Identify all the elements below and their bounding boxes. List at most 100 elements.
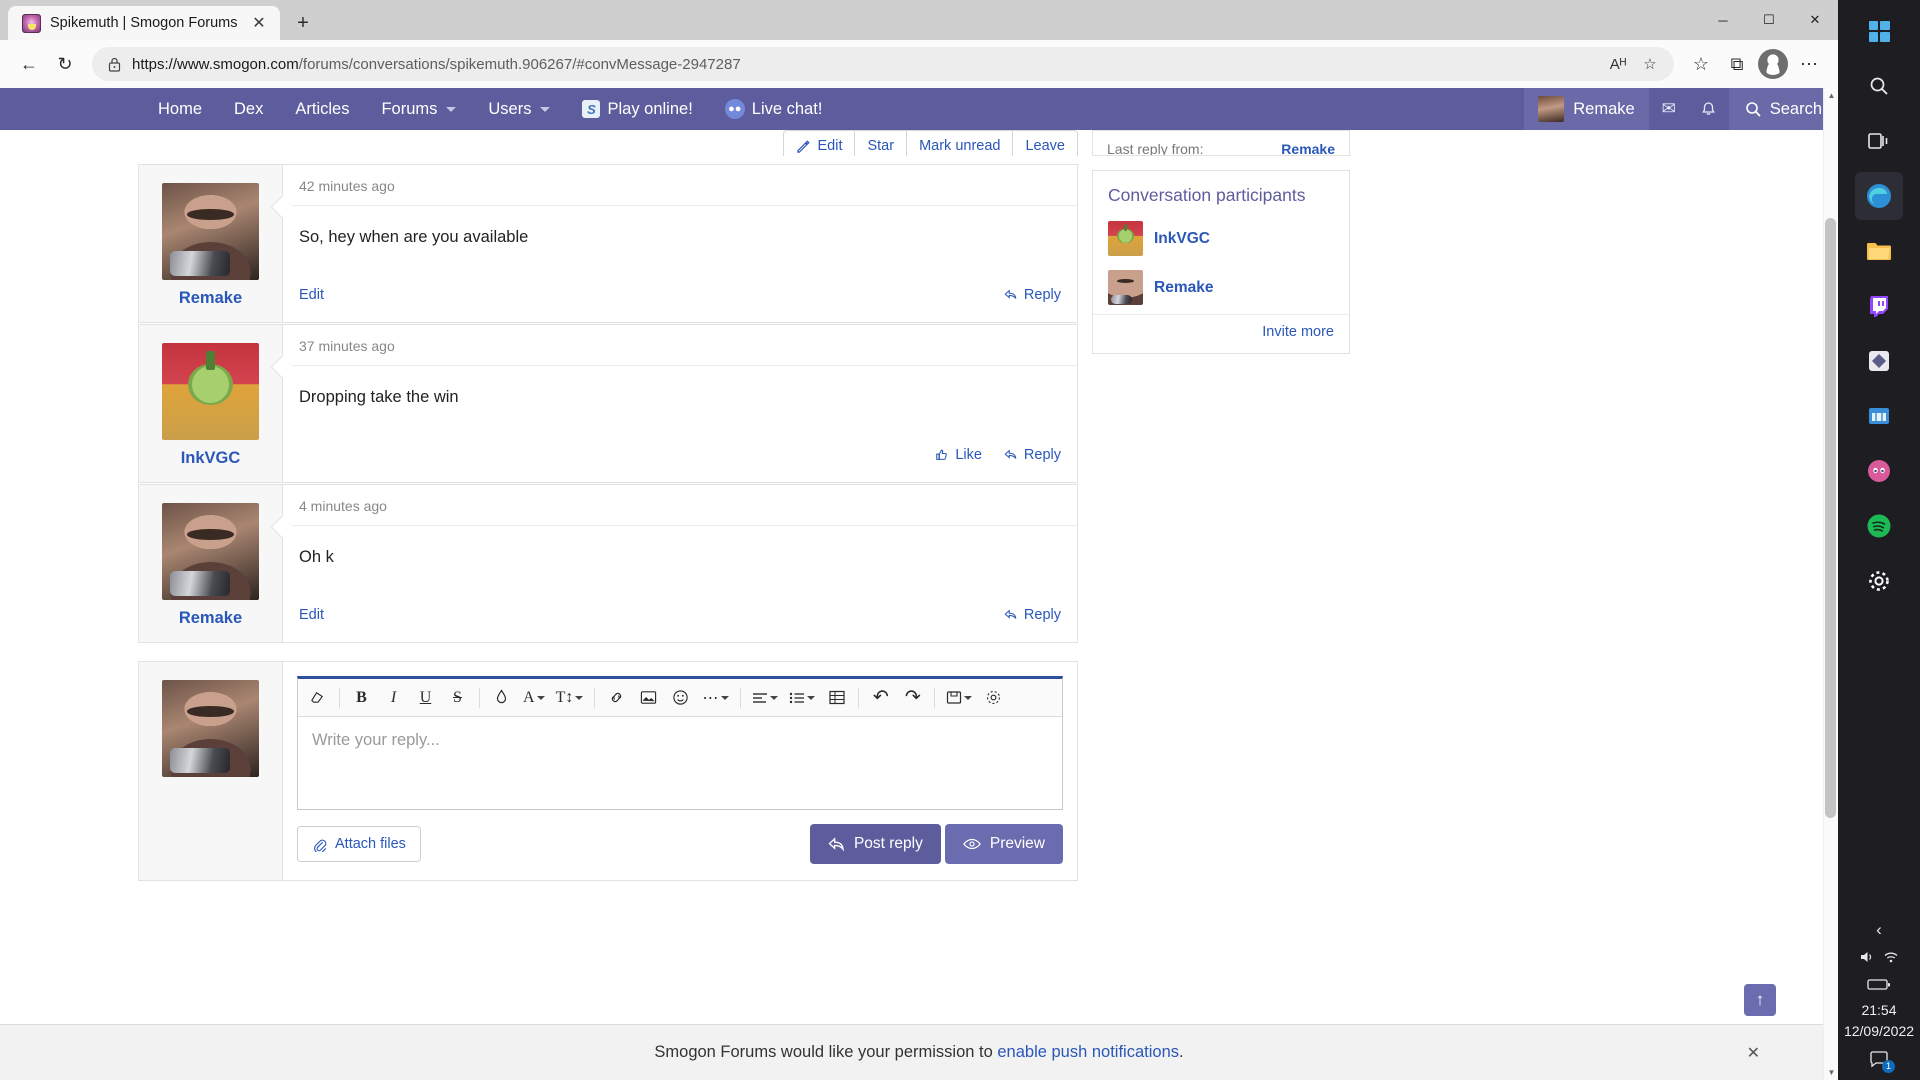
attach-files-button[interactable]: Attach files xyxy=(297,826,421,862)
search-button[interactable]: Search xyxy=(1728,88,1838,130)
account-menu-button[interactable]: Remake xyxy=(1524,88,1649,130)
message-author-name[interactable]: Remake xyxy=(139,609,282,628)
maximize-button[interactable]: ☐ xyxy=(1746,0,1792,40)
message-edit-link[interactable]: Edit xyxy=(299,607,324,623)
avatar[interactable] xyxy=(162,183,259,280)
page-scrollbar[interactable]: ▲ ▼ xyxy=(1823,88,1838,1080)
post-reply-button[interactable]: Post reply xyxy=(809,824,941,864)
nav-item-dex[interactable]: Dex xyxy=(218,88,279,130)
more-options-icon[interactable]: ⋯ xyxy=(697,683,734,713)
conversation-star-button[interactable]: Star xyxy=(854,130,907,156)
add-favorite-icon[interactable]: ☆ xyxy=(1636,50,1664,78)
nav-item-home[interactable]: Home xyxy=(142,88,218,130)
task-view-icon[interactable] xyxy=(1855,117,1903,165)
favorites-icon[interactable]: ☆ xyxy=(1684,47,1718,81)
close-banner-icon[interactable]: ✕ xyxy=(1747,1043,1760,1063)
emoji-icon[interactable] xyxy=(665,683,696,713)
insert-image-icon[interactable] xyxy=(633,683,664,713)
last-reply-user[interactable]: Remake xyxy=(1281,141,1335,155)
participant-name[interactable]: Remake xyxy=(1154,279,1213,297)
spotify-icon[interactable] xyxy=(1855,502,1903,550)
message-timestamp[interactable]: 4 minutes ago xyxy=(283,485,1077,526)
message-reply-link[interactable]: Reply xyxy=(1004,447,1061,463)
message-timestamp[interactable]: 42 minutes ago xyxy=(283,165,1077,206)
message-reply-link[interactable]: Reply xyxy=(1004,607,1061,623)
taskbar-clock[interactable]: 21:54 12/09/2022 xyxy=(1844,1000,1914,1041)
close-tab-icon[interactable]: ✕ xyxy=(248,12,270,34)
omnibox[interactable]: https://www.smogon.com/forums/conversati… xyxy=(92,47,1674,81)
notification-center-icon[interactable]: 1 xyxy=(1864,1046,1895,1073)
nav-item-play-online[interactable]: S Play online! xyxy=(566,88,708,130)
text-align-icon[interactable] xyxy=(747,683,783,713)
list-icon[interactable] xyxy=(784,683,820,713)
microsoft-store-icon[interactable] xyxy=(1855,392,1903,440)
scroll-down-arrow[interactable]: ▼ xyxy=(1824,1065,1839,1080)
invite-more-link[interactable]: Invite more xyxy=(1262,324,1334,340)
conversation-mark-unread-button[interactable]: Mark unread xyxy=(906,130,1013,156)
undo-icon[interactable]: ↶ xyxy=(865,683,896,713)
draft-icon[interactable] xyxy=(941,683,977,713)
search-icon[interactable] xyxy=(1855,62,1903,110)
edge-icon[interactable] xyxy=(1855,172,1903,220)
insert-link-icon[interactable] xyxy=(601,683,632,713)
reply-input[interactable]: Write your reply... xyxy=(298,717,1062,809)
conversation-edit-button[interactable]: Edit xyxy=(783,130,855,156)
app-icon[interactable] xyxy=(1855,337,1903,385)
alerts-bell-icon[interactable] xyxy=(1689,88,1729,130)
scroll-up-arrow[interactable]: ▲ xyxy=(1824,88,1839,103)
avatar[interactable] xyxy=(162,503,259,600)
nav-item-users[interactable]: Users xyxy=(472,88,566,130)
read-aloud-icon[interactable]: Aᴴ xyxy=(1604,50,1632,78)
redo-icon[interactable]: ↷ xyxy=(897,683,928,713)
font-family-icon[interactable]: A xyxy=(518,683,550,713)
inbox-icon[interactable]: ✉ xyxy=(1649,88,1689,130)
settings-and-more-icon[interactable]: ⋯ xyxy=(1792,47,1826,81)
close-window-button[interactable]: ✕ xyxy=(1792,0,1838,40)
wifi-icon[interactable] xyxy=(1882,946,1900,968)
font-size-icon[interactable]: T↕ xyxy=(551,683,589,713)
participant-row[interactable]: Remake xyxy=(1093,265,1349,314)
conversation-leave-button[interactable]: Leave xyxy=(1012,130,1078,156)
bold-icon[interactable]: B xyxy=(346,683,377,713)
nav-item-articles[interactable]: Articles xyxy=(279,88,365,130)
strikethrough-icon[interactable]: S xyxy=(442,683,473,713)
participant-name[interactable]: InkVGC xyxy=(1154,230,1210,248)
volume-icon[interactable] xyxy=(1858,946,1876,968)
editor-settings-icon[interactable] xyxy=(978,683,1009,713)
preview-button[interactable]: Preview xyxy=(944,824,1063,864)
discord-icon[interactable] xyxy=(1855,447,1903,495)
show-hidden-icons-chevron-icon[interactable]: ‹ xyxy=(1864,919,1894,941)
underline-icon[interactable]: U xyxy=(410,683,441,713)
enable-push-link[interactable]: enable push notifications xyxy=(997,1043,1179,1061)
file-explorer-icon[interactable] xyxy=(1855,227,1903,275)
collections-icon[interactable]: ⧉ xyxy=(1720,47,1754,81)
message-edit-link[interactable]: Edit xyxy=(299,287,324,303)
nav-item-forums[interactable]: Forums xyxy=(365,88,472,130)
message-like-link[interactable]: Like xyxy=(935,447,982,463)
browser-tab[interactable]: Spikemuth | Smogon Forums ✕ xyxy=(8,6,280,40)
settings-icon[interactable] xyxy=(1855,557,1903,605)
minimize-button[interactable]: ─ xyxy=(1700,0,1746,40)
twitch-icon[interactable] xyxy=(1855,282,1903,330)
avatar[interactable] xyxy=(162,343,259,440)
battery-icon[interactable] xyxy=(1864,973,1894,995)
remove-formatting-icon[interactable] xyxy=(302,683,333,713)
insert-table-icon[interactable] xyxy=(821,683,852,713)
message-timestamp[interactable]: 37 minutes ago xyxy=(283,325,1077,366)
new-tab-button[interactable]: + xyxy=(286,8,320,38)
start-icon[interactable] xyxy=(1855,7,1903,55)
message-reply-link[interactable]: Reply xyxy=(1004,287,1061,303)
toolbar-separator xyxy=(740,687,742,708)
message-author-name[interactable]: InkVGC xyxy=(139,449,282,468)
reload-button[interactable]: ↻ xyxy=(48,47,82,81)
profile-avatar[interactable] xyxy=(1756,47,1790,81)
nav-item-live-chat[interactable]: ●● Live chat! xyxy=(709,88,839,130)
italic-icon[interactable]: I xyxy=(378,683,409,713)
participant-row[interactable]: InkVGC xyxy=(1093,216,1349,265)
message-author-name[interactable]: Remake xyxy=(139,289,282,308)
back-button[interactable]: ← xyxy=(12,47,46,81)
text-color-icon[interactable] xyxy=(486,683,517,713)
scrollbar-thumb[interactable] xyxy=(1825,218,1836,818)
back-to-top-button[interactable]: ↑ xyxy=(1744,984,1776,1016)
avatar xyxy=(1538,96,1565,122)
